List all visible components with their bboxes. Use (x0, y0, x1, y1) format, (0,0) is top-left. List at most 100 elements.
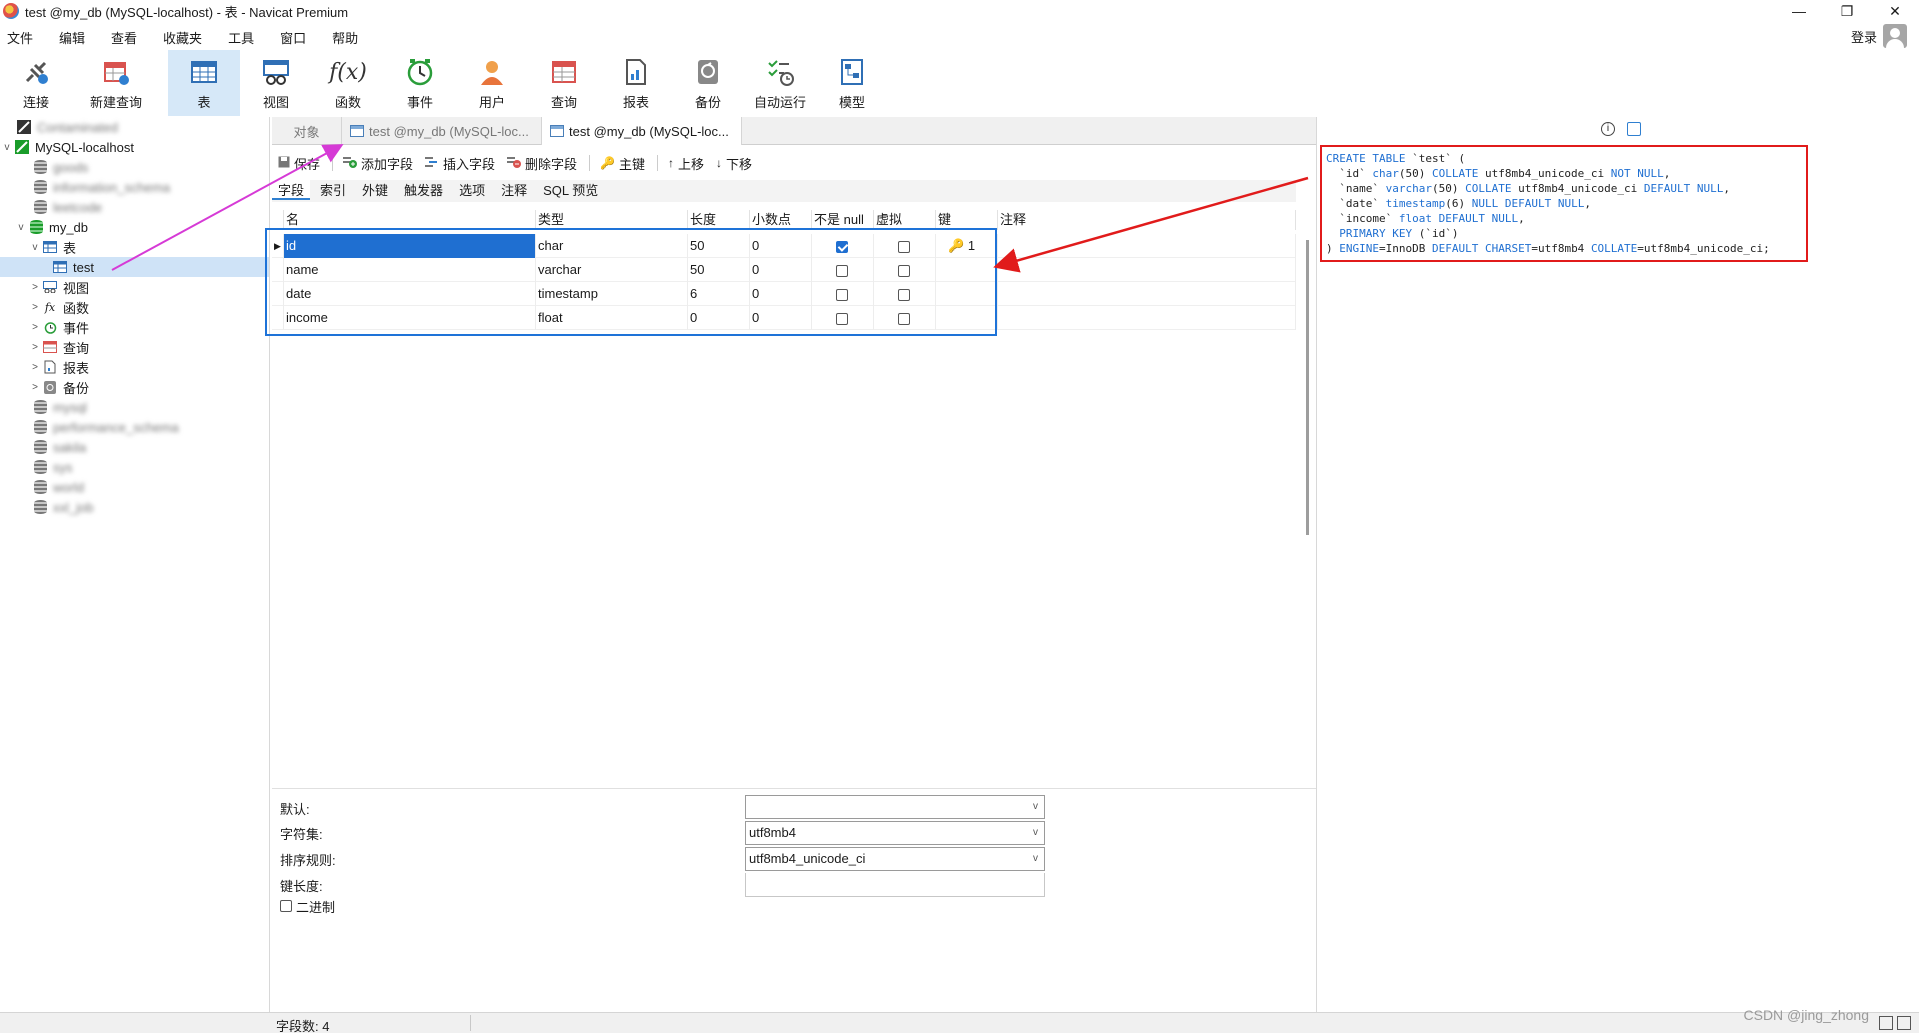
subtab-triggers[interactable]: 触发器 (398, 180, 449, 200)
delete-field-button[interactable]: 删除字段 (507, 154, 577, 173)
save-button[interactable]: 保存 (278, 154, 320, 173)
automation-button[interactable]: 自动运行 (744, 50, 816, 116)
tree-tables-folder[interactable]: v 表 (0, 237, 269, 257)
tree-db-item[interactable]: goods (0, 157, 269, 177)
login-label[interactable]: 登录 (1851, 27, 1877, 46)
menu-file[interactable]: 文件 (7, 28, 33, 48)
report-button[interactable]: 报表 (600, 50, 672, 116)
header-type[interactable]: 类型 (536, 210, 688, 230)
subtab-comment[interactable]: 注释 (495, 180, 533, 200)
tree-db-item[interactable]: leetcode (0, 197, 269, 217)
move-up-button[interactable]: ↑ 上移 (668, 154, 704, 173)
tree-events-folder[interactable]: > 事件 (0, 317, 269, 337)
subtab-foreign-keys[interactable]: 外键 (356, 180, 394, 200)
tree-views-folder[interactable]: > 视图 (0, 277, 269, 297)
grid-view-icon[interactable] (1879, 1016, 1893, 1030)
expand-arrow-icon[interactable]: > (28, 342, 42, 353)
charset-value: utf8mb4 (749, 825, 796, 840)
charset-select[interactable]: utf8mb4 v (745, 821, 1045, 845)
function-button[interactable]: f(x) 函数 (312, 50, 384, 116)
binary-checkbox[interactable] (280, 900, 292, 912)
tree-connection-mysql-localhost[interactable]: v MySQL-localhost (0, 137, 269, 157)
maximize-button[interactable]: ❐ (1823, 0, 1871, 22)
header-virtual[interactable]: 虚拟 (874, 210, 936, 230)
menu-edit[interactable]: 编辑 (59, 28, 85, 48)
tab-test-design-1[interactable]: test @my_db (MySQL-loc... (342, 117, 542, 145)
event-button[interactable]: 事件 (384, 50, 456, 116)
subtab-options[interactable]: 选项 (453, 180, 491, 200)
collapse-arrow-icon[interactable]: v (14, 222, 28, 233)
tab-objects[interactable]: 对象 (272, 117, 342, 145)
menu-favorites[interactable]: 收藏夹 (163, 28, 202, 48)
header-comment[interactable]: 注释 (998, 210, 1296, 230)
database-icon (32, 160, 48, 174)
subtab-fields[interactable]: 字段 (272, 180, 311, 200)
header-name[interactable]: 名 (284, 210, 536, 230)
tree-backups-folder[interactable]: > 备份 (0, 377, 269, 397)
tree-connection-blurred[interactable]: Contaminated (0, 117, 269, 137)
collapse-arrow-icon[interactable]: v (0, 142, 14, 153)
login-area[interactable]: 登录 (1851, 24, 1907, 48)
tree-db-my-db[interactable]: v my_db (0, 217, 269, 237)
info-icon[interactable]: i (1601, 122, 1615, 136)
expand-arrow-icon[interactable]: > (28, 382, 42, 393)
menu-window[interactable]: 窗口 (280, 28, 306, 48)
table-button[interactable]: 表 (168, 50, 240, 116)
key-icon: 🔑 (600, 156, 616, 170)
header-not-null[interactable]: 不是 null (812, 210, 874, 230)
field-comment-cell[interactable] (998, 282, 1296, 306)
expand-arrow-icon[interactable]: > (28, 282, 42, 293)
user-avatar-icon[interactable] (1883, 24, 1907, 48)
insert-field-button[interactable]: 插入字段 (425, 154, 495, 173)
close-button[interactable]: ✕ (1871, 0, 1919, 22)
ddl-icon[interactable] (1627, 122, 1641, 136)
grid-scrollbar[interactable] (1306, 240, 1309, 535)
query-button[interactable]: 查询 (528, 50, 600, 116)
model-button[interactable]: 模型 (816, 50, 888, 116)
field-comment-cell[interactable] (998, 234, 1296, 258)
primary-key-button[interactable]: 🔑 主键 (600, 154, 645, 173)
field-comment-cell[interactable] (998, 306, 1296, 330)
ddl-sql-text: CREATE TABLE `test` ( `id` char(50) COLL… (1320, 145, 1808, 262)
subtab-indexes[interactable]: 索引 (314, 180, 352, 200)
tree-table-test[interactable]: test (0, 257, 269, 277)
user-icon (476, 56, 508, 88)
tree-db-item[interactable]: sys (0, 457, 269, 477)
collation-select[interactable]: utf8mb4_unicode_ci v (745, 847, 1045, 871)
tab-test-design-2[interactable]: test @my_db (MySQL-loc... (542, 117, 742, 145)
move-down-button[interactable]: ↓ 下移 (716, 154, 752, 173)
keylen-input[interactable] (745, 873, 1045, 897)
tree-db-item[interactable]: xxl_job (0, 497, 269, 517)
expand-arrow-icon[interactable]: > (28, 322, 42, 333)
field-comment-cell[interactable] (998, 258, 1296, 282)
view-button[interactable]: 视图 (240, 50, 312, 116)
tree-queries-folder[interactable]: > 查询 (0, 337, 269, 357)
header-decimals[interactable]: 小数点 (750, 210, 812, 230)
tree-db-item[interactable]: information_schema (0, 177, 269, 197)
new-query-button[interactable]: 新建查询 (72, 50, 160, 116)
tree-functions-folder[interactable]: > fx 函数 (0, 297, 269, 317)
arrow-down-icon: ↓ (716, 156, 723, 170)
minimize-button[interactable]: — (1775, 0, 1823, 22)
header-key[interactable]: 键 (936, 210, 998, 230)
tree-db-item[interactable]: world (0, 477, 269, 497)
add-field-button[interactable]: 添加字段 (343, 154, 413, 173)
tree-db-item[interactable]: mysql (0, 397, 269, 417)
expand-arrow-icon[interactable]: > (28, 362, 42, 373)
tree-db-item[interactable]: performance_schema (0, 417, 269, 437)
header-length[interactable]: 长度 (688, 210, 750, 230)
form-view-icon[interactable] (1897, 1016, 1911, 1030)
collapse-arrow-icon[interactable]: v (28, 242, 42, 253)
connect-button[interactable]: 连接 (0, 50, 72, 116)
default-select[interactable]: v (745, 795, 1045, 819)
subtab-sql-preview[interactable]: SQL 预览 (537, 180, 604, 200)
backup-button[interactable]: 备份 (672, 50, 744, 116)
menu-view[interactable]: 查看 (111, 28, 137, 48)
user-button[interactable]: 用户 (456, 50, 528, 116)
menu-tools[interactable]: 工具 (228, 28, 254, 48)
menu-help[interactable]: 帮助 (332, 28, 358, 48)
delete-field-label: 删除字段 (525, 156, 578, 172)
tree-db-item[interactable]: sakila (0, 437, 269, 457)
expand-arrow-icon[interactable]: > (28, 302, 42, 313)
tree-reports-folder[interactable]: > 报表 (0, 357, 269, 377)
